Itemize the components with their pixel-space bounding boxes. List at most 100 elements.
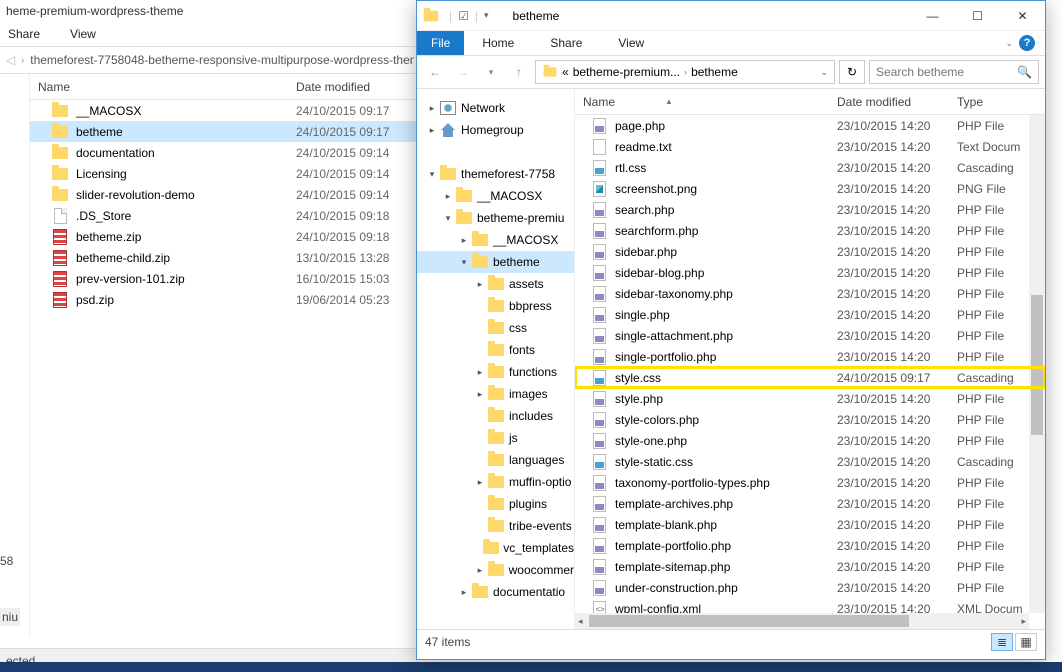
list-item[interactable]: betheme.zip24/10/2015 09:18 [30, 226, 420, 247]
scroll-left-icon[interactable]: ◂ [575, 616, 586, 627]
list-item[interactable]: template-portfolio.php23/10/2015 14:20PH… [575, 535, 1045, 556]
tree-node[interactable]: vc_templates [417, 537, 574, 559]
list-item[interactable]: betheme-child.zip13/10/2015 13:28 [30, 247, 420, 268]
refresh-button[interactable]: ↻ [839, 60, 865, 84]
horizontal-scrollbar[interactable]: ◂ ▸ [575, 613, 1029, 629]
tree-node[interactable]: ▸Network [417, 97, 574, 119]
expand-icon[interactable]: ▸ [473, 389, 487, 400]
expand-icon[interactable]: ▸ [473, 477, 487, 488]
icons-view-button[interactable]: ▦ [1015, 633, 1037, 651]
tree-node[interactable]: ▸documentatio [417, 581, 574, 603]
tree-node[interactable]: ▸Homegroup [417, 119, 574, 141]
scroll-right-icon[interactable]: ▸ [1018, 616, 1029, 627]
list-item[interactable]: sidebar.php23/10/2015 14:20PHP File [575, 241, 1045, 262]
tree-node[interactable]: tribe-events [417, 515, 574, 537]
search-icon[interactable]: 🔍 [1017, 65, 1032, 79]
close-button[interactable]: ✕ [1000, 1, 1045, 31]
home-tab[interactable]: Home [464, 36, 532, 50]
breadcrumb-bar[interactable]: « betheme-premium... › betheme ⌄ [535, 60, 835, 84]
scroll-thumb[interactable] [1031, 295, 1043, 435]
tree-node[interactable] [417, 141, 574, 163]
nav-tree[interactable]: ▸Network▸Homegroup▾themeforest-7758▸__MA… [417, 89, 575, 629]
tree-node[interactable]: ▸__MACOSX [417, 185, 574, 207]
list-item[interactable]: searchform.php23/10/2015 14:20PHP File [575, 220, 1045, 241]
list-item[interactable]: style-one.php23/10/2015 14:20PHP File [575, 430, 1045, 451]
qat-props-icon[interactable]: ☑ [454, 9, 473, 23]
recent-dropdown[interactable]: ▾ [479, 60, 503, 84]
back-icon[interactable]: ◁ [6, 53, 15, 67]
scroll-thumb-h[interactable] [589, 615, 909, 627]
header-date[interactable]: Date modified [833, 95, 953, 109]
list-item[interactable]: under-construction.php23/10/2015 14:20PH… [575, 577, 1045, 598]
list-item[interactable]: search.php23/10/2015 14:20PHP File [575, 199, 1045, 220]
list-item[interactable]: documentation24/10/2015 09:14 [30, 142, 420, 163]
list-item[interactable]: single.php23/10/2015 14:20PHP File [575, 304, 1045, 325]
list-item[interactable]: sidebar-blog.php23/10/2015 14:20PHP File [575, 262, 1045, 283]
list-item[interactable]: slider-revolution-demo24/10/2015 09:14 [30, 184, 420, 205]
list-item[interactable]: template-blank.php23/10/2015 14:20PHP Fi… [575, 514, 1045, 535]
list-item[interactable]: screenshot.png23/10/2015 14:20PNG File [575, 178, 1045, 199]
list-item[interactable]: template-archives.php23/10/2015 14:20PHP… [575, 493, 1045, 514]
list-item[interactable]: rtl.css23/10/2015 14:20Cascading [575, 157, 1045, 178]
list-item[interactable]: __MACOSX24/10/2015 09:17 [30, 100, 420, 121]
tree-node[interactable]: ▾betheme [417, 251, 574, 273]
expand-icon[interactable]: ▸ [425, 103, 439, 114]
tree-node[interactable]: ▸images [417, 383, 574, 405]
up-button[interactable]: ↑ [507, 60, 531, 84]
crumb-2[interactable]: betheme [691, 65, 738, 79]
list-item[interactable]: style-colors.php23/10/2015 14:20PHP File [575, 409, 1045, 430]
expand-icon[interactable]: ▸ [457, 587, 471, 598]
header-type[interactable]: Type [953, 95, 1045, 109]
left-header-name[interactable]: Name [30, 80, 288, 94]
qat-dropdown-icon[interactable]: ▾ [480, 10, 493, 21]
list-item[interactable]: page.php23/10/2015 14:20PHP File [575, 115, 1045, 136]
tree-node[interactable]: ▸__MACOSX [417, 229, 574, 251]
search-input[interactable]: Search betheme 🔍 [869, 60, 1039, 84]
list-item[interactable]: style-static.css23/10/2015 14:20Cascadin… [575, 451, 1045, 472]
left-header-date[interactable]: Date modified [288, 80, 420, 94]
expand-icon[interactable]: ▾ [425, 169, 439, 180]
back-button[interactable]: ← [423, 60, 447, 84]
tree-node[interactable]: ▾betheme-premiu [417, 207, 574, 229]
list-item[interactable]: style.php23/10/2015 14:20PHP File [575, 388, 1045, 409]
tree-node[interactable]: css [417, 317, 574, 339]
left-nav-pane[interactable] [0, 74, 30, 636]
expand-icon[interactable]: ▸ [473, 279, 487, 290]
expand-icon[interactable]: ▾ [457, 257, 471, 268]
chevron-right-icon[interactable]: › [684, 67, 687, 77]
left-breadcrumb[interactable]: themeforest-7758048-betheme-responsive-m… [30, 53, 414, 67]
list-item[interactable]: sidebar-taxonomy.php23/10/2015 14:20PHP … [575, 283, 1045, 304]
path-dropdown-icon[interactable]: ⌄ [820, 67, 828, 78]
help-icon[interactable]: ? [1019, 35, 1035, 51]
file-list[interactable]: Name▲ Date modified Type page.php23/10/2… [575, 89, 1045, 629]
list-item[interactable]: psd.zip19/06/2014 05:23 [30, 289, 420, 310]
expand-icon[interactable]: ▸ [457, 235, 471, 246]
expand-icon[interactable]: ▸ [425, 125, 439, 136]
list-item[interactable]: single-attachment.php23/10/2015 14:20PHP… [575, 325, 1045, 346]
list-item[interactable]: Licensing24/10/2015 09:14 [30, 163, 420, 184]
crumb-1[interactable]: betheme-premium... [573, 65, 680, 79]
tree-node[interactable]: ▸assets [417, 273, 574, 295]
list-item[interactable]: template-sitemap.php23/10/2015 14:20PHP … [575, 556, 1045, 577]
forward-button[interactable]: → [451, 60, 475, 84]
left-address-bar[interactable]: ◁ › themeforest-7758048-betheme-responsi… [0, 46, 420, 74]
tree-node[interactable]: ▸woocommer [417, 559, 574, 581]
left-file-list[interactable]: Name Date modified __MACOSX24/10/2015 09… [30, 74, 420, 636]
header-name[interactable]: Name▲ [575, 95, 833, 109]
file-tab[interactable]: File [417, 31, 464, 55]
tree-node[interactable]: bbpress [417, 295, 574, 317]
left-tab-view[interactable]: View [70, 27, 96, 41]
details-view-button[interactable]: ≣ [991, 633, 1013, 651]
list-item[interactable]: style.css24/10/2015 09:17Cascading [575, 367, 1045, 388]
expand-icon[interactable]: ▸ [473, 565, 487, 576]
tree-node[interactable]: ▾themeforest-7758 [417, 163, 574, 185]
maximize-button[interactable]: ☐ [955, 1, 1000, 31]
left-tab-share[interactable]: Share [8, 27, 40, 41]
vertical-scrollbar[interactable] [1029, 115, 1045, 613]
expand-icon[interactable]: ▸ [441, 191, 455, 202]
tree-node[interactable]: plugins [417, 493, 574, 515]
expand-icon[interactable]: ▾ [441, 213, 455, 224]
tree-node[interactable]: ▸functions [417, 361, 574, 383]
crumb-pre[interactable]: « [562, 65, 569, 79]
tree-node[interactable]: includes [417, 405, 574, 427]
